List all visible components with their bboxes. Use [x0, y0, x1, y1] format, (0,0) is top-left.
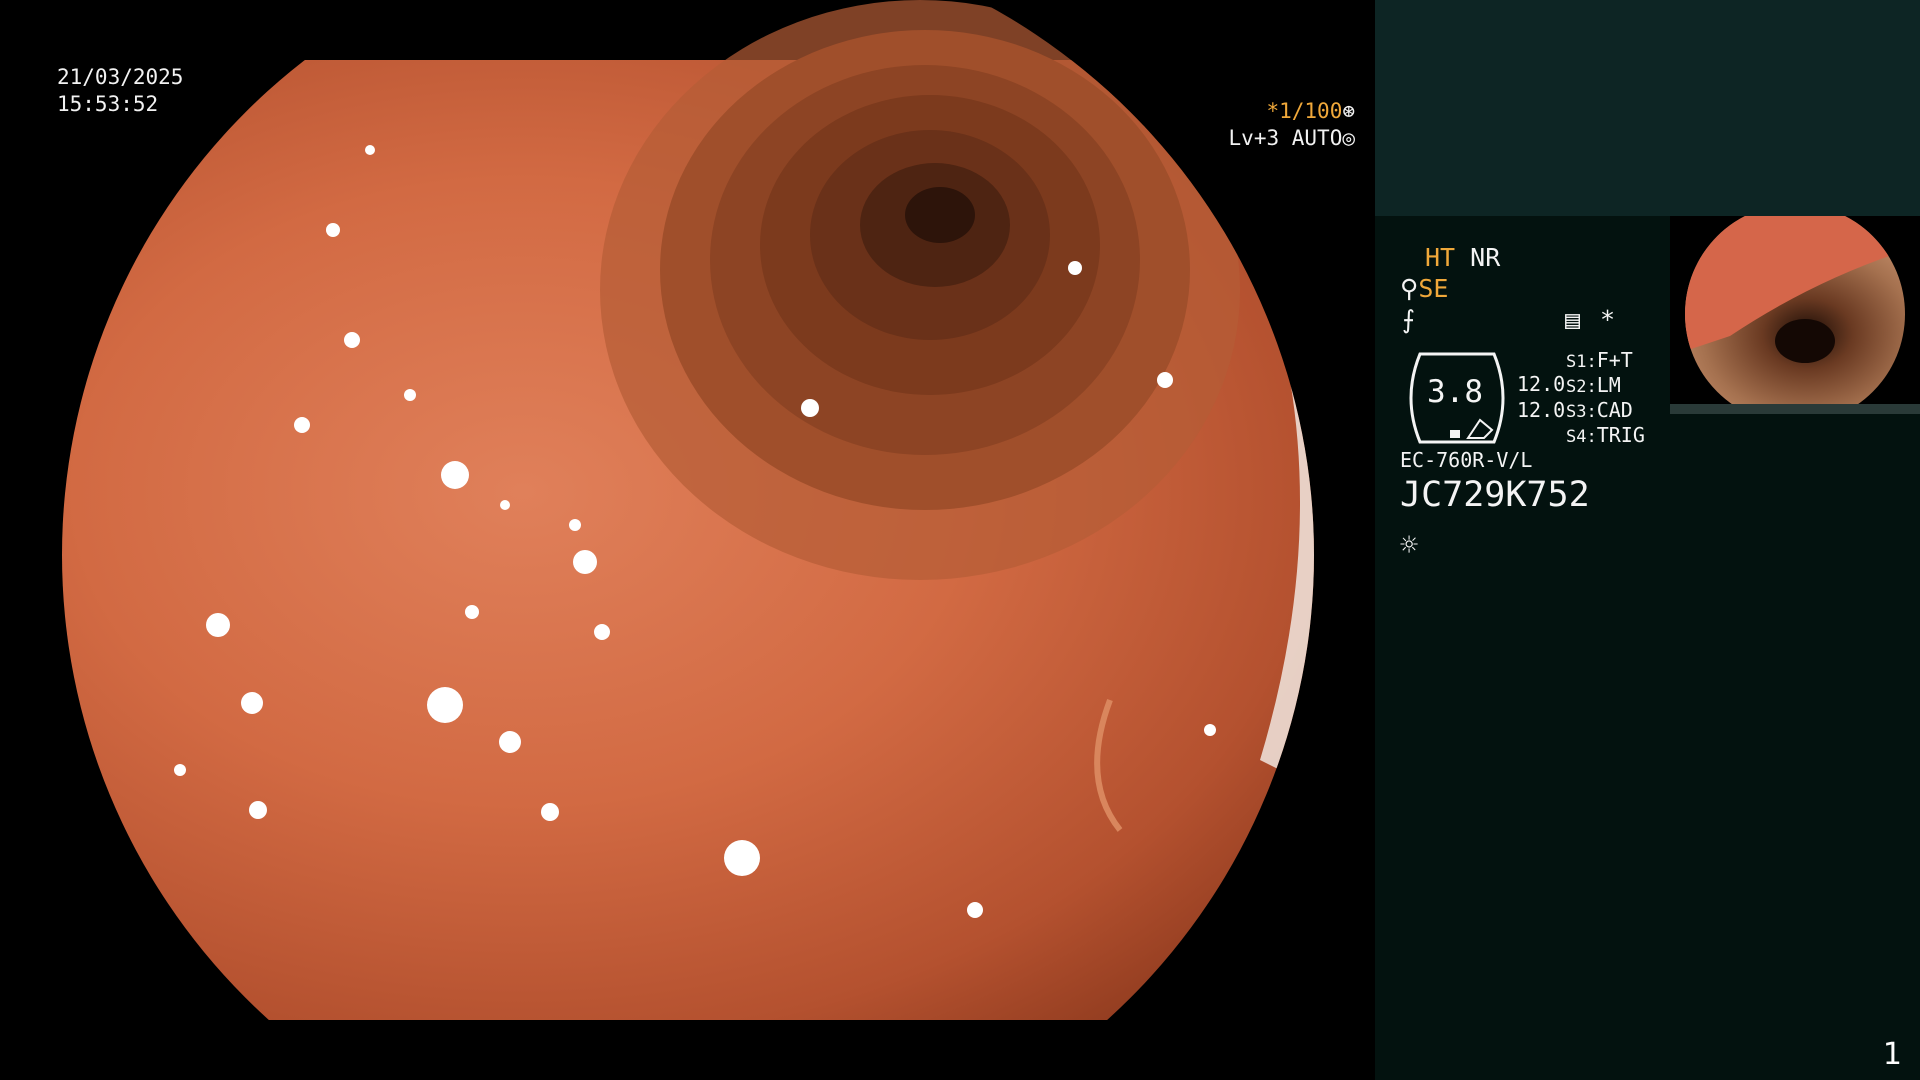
switch-s4: S4:TRIG	[1566, 423, 1645, 447]
s4-key: S4:	[1566, 427, 1597, 447]
scope-serial: JC729K752	[1400, 475, 1590, 515]
time-text: 15:53:52	[57, 92, 159, 116]
value-b: 12.0	[1517, 398, 1566, 422]
shutter-speed: *1/100	[1266, 99, 1343, 123]
thumbnail-preview	[1670, 216, 1920, 412]
s1-value: F+T	[1596, 348, 1633, 372]
datetime-display: 21/03/2025 15:53:52	[57, 64, 183, 118]
scope-icon: ⚲	[1400, 274, 1419, 303]
gauge-value: 3.8	[1427, 374, 1483, 410]
auto-iris-icon: ◎	[1342, 126, 1355, 150]
ht-nr-indicator: HT NR	[1425, 243, 1500, 272]
se-indicator: ⚲SE	[1400, 274, 1448, 303]
auto-text: AUTO	[1291, 126, 1343, 150]
s3-value: CAD	[1596, 398, 1633, 422]
s2-key: S2:	[1566, 377, 1597, 397]
endoscope-view: 21/03/2025 15:53:52 *1/100⊛ Lv+3 AUTO◎	[0, 0, 1375, 1080]
ht-label: HT	[1425, 243, 1456, 272]
scope-model: EC-760R-V/L	[1400, 448, 1533, 472]
asterisk-icon: *	[1600, 305, 1616, 334]
freeze-icon: ⨍	[1402, 305, 1416, 334]
value-a: 12.0	[1517, 372, 1566, 396]
thumbnail-bar	[1670, 404, 1920, 414]
switch-s1: S1:F+T	[1566, 348, 1633, 372]
panel-header-area	[1375, 0, 1920, 216]
switch-s3: S3:CAD	[1566, 398, 1633, 422]
shutter-icon: ⊛	[1342, 99, 1355, 123]
s2-value: LM	[1596, 373, 1621, 397]
s3-key: S3:	[1566, 402, 1597, 422]
page-number: 1	[1882, 1037, 1902, 1072]
nr-label: NR	[1470, 243, 1501, 272]
memory-icon: ▤	[1565, 305, 1581, 334]
info-panel	[1375, 0, 1920, 1080]
switch-s2: S2:LM	[1566, 373, 1621, 397]
light-icon: ☼	[1400, 528, 1419, 563]
se-label: SE	[1418, 274, 1449, 303]
endoscopic-image	[62, 0, 1314, 1020]
date-text: 21/03/2025	[57, 65, 184, 89]
s1-key: S1:	[1566, 352, 1597, 372]
exposure-display: *1/100⊛ Lv+3 AUTO◎	[1229, 98, 1355, 152]
level-text: Lv+3	[1228, 126, 1280, 150]
s4-value: TRIG	[1596, 423, 1645, 447]
